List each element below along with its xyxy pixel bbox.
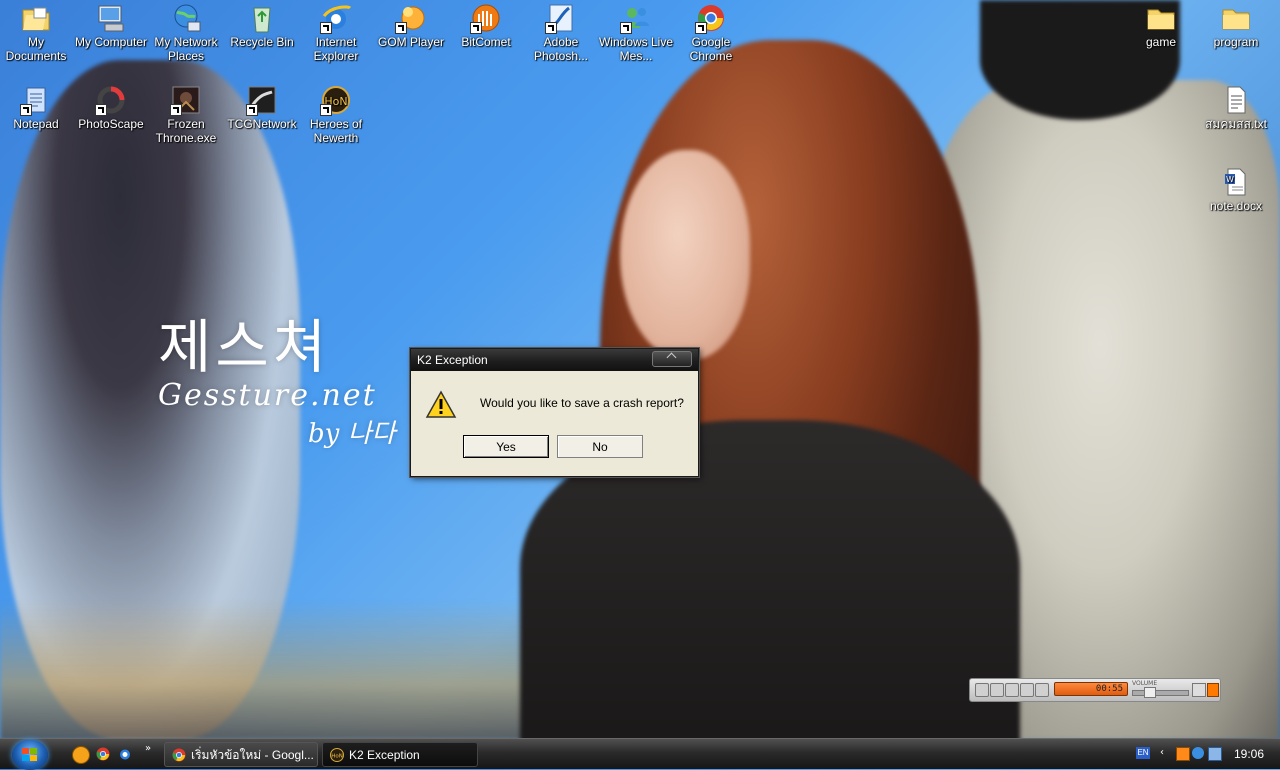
desktop-icon-heroes-of-newerth[interactable]: HoN Heroes of Newerth [298, 84, 374, 145]
desktop-icon-bitcomet[interactable]: BitComet [448, 2, 524, 49]
chrome-icon [172, 748, 186, 762]
pause-button[interactable] [990, 683, 1004, 697]
desktop-icon-game-folder[interactable]: game [1123, 2, 1199, 49]
warning-icon [425, 389, 457, 421]
wallpaper-caption-line1: 제스쳐 [158, 313, 331, 381]
desktop-icon-network-places[interactable]: My Network Places [148, 2, 224, 63]
tray-expand-icon[interactable]: ‹ [1160, 747, 1164, 758]
network-places-icon [170, 2, 202, 34]
desktop-icon-frozen-throne[interactable]: Frozen Throne.exe [148, 84, 224, 145]
hon-icon: HoN [320, 84, 352, 116]
chrome-quicklaunch-icon[interactable] [95, 746, 111, 762]
svg-text:HoN: HoN [331, 754, 343, 760]
recycle-bin-icon [246, 2, 278, 34]
my-computer-icon [95, 2, 127, 34]
chrome-icon [695, 2, 727, 34]
desktop-icon-google-chrome[interactable]: Google Chrome [673, 2, 749, 63]
desktop-icon-live-messenger[interactable]: Windows Live Mes... [598, 2, 674, 63]
dialog-collapse-button[interactable] [652, 351, 692, 367]
desktop-icon-recycle-bin[interactable]: Recycle Bin [224, 2, 300, 49]
no-button[interactable]: No [557, 435, 643, 458]
windows-logo-icon [22, 748, 37, 761]
desktop-icon-text-file[interactable]: สมคมสส.txt [1198, 84, 1274, 131]
previous-button[interactable] [1020, 683, 1034, 697]
ie-quicklaunch-icon[interactable] [117, 746, 133, 762]
start-button[interactable] [12, 740, 48, 770]
bitcomet-icon [470, 2, 502, 34]
desktop-icon-gom-player[interactable]: GOM Player [373, 2, 449, 49]
chevron-up-icon [666, 352, 677, 363]
playback-time: 00:55 [1054, 682, 1128, 696]
desktop-icon-program-folder[interactable]: program [1198, 2, 1274, 49]
photoshop-icon [545, 2, 577, 34]
my-documents-icon [20, 2, 52, 34]
wallpaper-caption: 제스쳐 Gessture.net by 나다 [158, 300, 395, 450]
clock[interactable]: 19:06 [1234, 747, 1264, 761]
desktop-icon-tcgnetwork[interactable]: TCGNetwork [224, 84, 300, 131]
photoscape-icon [95, 84, 127, 116]
dialog-title: K2 Exception [417, 353, 488, 367]
desktop-icon-internet-explorer[interactable]: Internet Explorer [298, 2, 374, 63]
folder-icon [1220, 2, 1252, 34]
taskbar-task-label: K2 Exception [349, 748, 420, 762]
desktop-icon-word-document[interactable]: W note.docx [1198, 166, 1274, 213]
word-document-icon: W [1220, 166, 1252, 198]
taskbar-task-chrome[interactable]: เริ่มหัวข้อใหม่ - Googl... [164, 742, 318, 767]
desktop-icon-my-computer[interactable]: My Computer [73, 2, 149, 49]
notepad-icon [20, 84, 52, 116]
live-messenger-icon [620, 2, 652, 34]
folder-icon [1145, 2, 1177, 34]
desktop-icon-notepad[interactable]: Notepad [0, 84, 74, 131]
desktop-icon-photoshop[interactable]: Adobe Photosh... [523, 2, 599, 63]
language-indicator[interactable]: EN [1136, 747, 1150, 759]
hon-icon: HoN [330, 748, 344, 762]
dialog-content: Would you like to save a crash report? Y… [411, 371, 698, 475]
avast-icon[interactable] [72, 746, 90, 764]
media-player-tray-icon[interactable] [1176, 747, 1190, 761]
messenger-tray-icon[interactable] [1192, 747, 1204, 759]
wallpaper-bottom [0, 600, 600, 738]
volume-label: VOLUME [1132, 680, 1158, 687]
player-menu-button[interactable] [1207, 683, 1219, 697]
svg-text:W: W [1226, 175, 1234, 184]
play-button[interactable] [975, 683, 989, 697]
internet-explorer-icon [320, 2, 352, 34]
tcgnetwork-icon [246, 84, 278, 116]
media-player-mini: 00:55 VOLUME [969, 678, 1221, 702]
system-tray: EN ‹ 19:06 [1130, 739, 1280, 769]
wallpaper-caption-line2: Gessture.net [158, 378, 377, 413]
yes-button[interactable]: Yes [463, 435, 549, 458]
eject-button[interactable] [1192, 683, 1206, 697]
taskbar-task-k2-exception[interactable]: HoN K2 Exception [322, 742, 478, 767]
gom-player-icon [395, 2, 427, 34]
wallpaper-caption-line3: by 나다 [308, 419, 396, 449]
dialog-message: Would you like to save a crash report? [480, 396, 684, 410]
taskbar: » เริ่มหัวข้อใหม่ - Googl... HoN K2 Exce… [0, 738, 1280, 770]
wallpaper-woman-face [620, 150, 750, 360]
quicklaunch-expand-icon[interactable]: » [145, 743, 151, 754]
desktop-icon-my-documents[interactable]: My Documents [0, 2, 74, 63]
taskbar-task-label: เริ่มหัวข้อใหม่ - Googl... [191, 748, 314, 762]
desktop-icon-photoscape[interactable]: PhotoScape [73, 84, 149, 131]
k2-exception-dialog: K2 Exception Would you like to save a cr… [410, 348, 699, 477]
volume-knob[interactable] [1144, 687, 1156, 698]
volume-slider[interactable] [1132, 687, 1189, 698]
network-tray-icon[interactable] [1208, 747, 1222, 761]
next-button[interactable] [1035, 683, 1049, 697]
stop-button[interactable] [1005, 683, 1019, 697]
text-file-icon [1220, 84, 1252, 116]
frozen-throne-icon [170, 84, 202, 116]
dialog-titlebar[interactable]: K2 Exception [411, 349, 698, 371]
